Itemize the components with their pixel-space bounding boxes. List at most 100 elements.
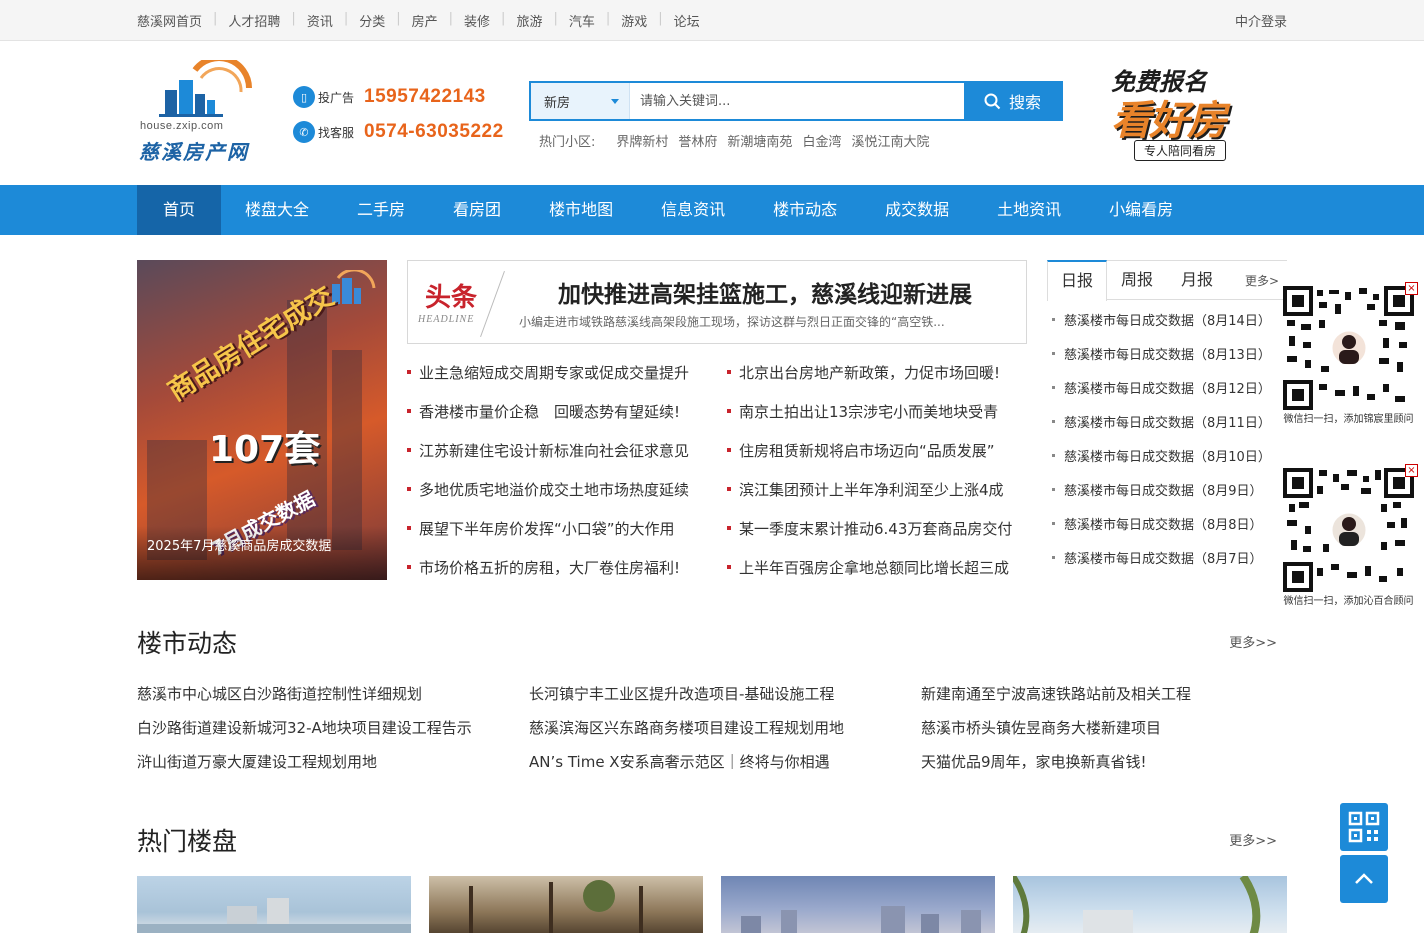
news-item[interactable]: 业主急缩短成交周期专家或促成交量提升	[407, 362, 689, 401]
property-photo	[1013, 876, 1261, 933]
back-to-top-button[interactable]	[1340, 855, 1388, 903]
qr-code-icon	[1283, 468, 1414, 592]
market-item[interactable]: 慈溪市桥头镇佐昱商务大楼新建项目	[921, 717, 1161, 738]
reports-more-link[interactable]: 更多>	[1245, 272, 1279, 289]
hot-keyword[interactable]: 誉林府	[678, 131, 717, 150]
headline-title[interactable]: 加快推进高架挂篮施工，慈溪线迎新进展	[558, 275, 972, 309]
top-link-decor[interactable]: 装修	[464, 11, 490, 30]
tab-weekly[interactable]: 周报	[1107, 261, 1167, 301]
news-item[interactable]: 住房租赁新规将启市场迈向“品质发展”	[727, 440, 1012, 479]
headline-tag: 头条	[425, 283, 478, 312]
news-item[interactable]: 上半年百强房企拿地总额同比增长超三成	[727, 557, 1012, 596]
news-item[interactable]: 市场价格五折的房租，大厂卷住房福利!	[407, 557, 689, 596]
nav-info[interactable]: 信息资讯	[637, 185, 749, 235]
news-item[interactable]: 多地优质宅地溢价成交土地市场热度延续	[407, 479, 689, 518]
nav-home[interactable]: 首页	[137, 185, 222, 235]
hot-keyword[interactable]: 溪悦江南大院	[851, 131, 929, 150]
news-item[interactable]: 北京出台房地产新政策，力促市场回暖!	[727, 362, 1012, 401]
report-item[interactable]: 慈溪楼市每日成交数据（8月10日）	[1047, 446, 1287, 480]
phone-icon: ✆	[293, 121, 315, 143]
headline-box[interactable]: 头条 HEADLINE 加快推进高架挂篮施工，慈溪线迎新进展 小编走进市域铁路慈…	[407, 260, 1027, 344]
top-links: 慈溪网首页 | 人才招聘 | 资讯 | 分类 | 房产 | 装修 | 旅游 | 汽车 | 游戏 |…	[137, 11, 700, 30]
market-section-title: 楼市动态	[137, 629, 238, 658]
ad-phone-row: ▯ 投广告 15957422143	[293, 86, 486, 108]
report-item[interactable]: 慈溪楼市每日成交数据（8月13日）	[1047, 344, 1287, 378]
search-category-select[interactable]: 新房	[531, 83, 630, 119]
nav-tour-group[interactable]: 看房团	[429, 185, 525, 235]
market-item[interactable]: 慈溪市中心城区白沙路街道控制性详细规划	[137, 683, 422, 704]
news-item[interactable]: 南京土拍出让13宗涉宅小而美地块受青	[727, 401, 1012, 440]
news-item[interactable]: 滨江集团预计上半年净利润至少上涨4成	[727, 479, 1012, 518]
service-label: 找客服	[318, 125, 355, 140]
report-item[interactable]: 慈溪楼市每日成交数据（8月11日）	[1047, 412, 1287, 446]
report-item[interactable]: 慈溪楼市每日成交数据（8月8日）	[1047, 514, 1287, 548]
hot-more-link[interactable]: 更多>>	[1229, 830, 1277, 849]
market-item[interactable]: 新建南通至宁波高速铁路站前及相关工程	[921, 683, 1191, 704]
top-link-classifieds[interactable]: 分类	[359, 11, 385, 30]
top-link-travel[interactable]: 旅游	[516, 11, 542, 30]
feature-banner[interactable]: 商品房住宅成交 107套 7月成交数据 2025年7月慈溪商品房成交数据	[137, 260, 387, 580]
news-item[interactable]: 香港楼市量价企稳 回暖态势有望延续!	[407, 401, 689, 440]
top-link-news[interactable]: 资讯	[307, 11, 333, 30]
property-card-image[interactable]	[1013, 876, 1287, 933]
news-item[interactable]: 江苏新建住宅设计新标准向社会征求意见	[407, 440, 689, 479]
market-item[interactable]: 慈溪滨海区兴东路商务楼项目建设工程规划用地	[529, 717, 844, 738]
nav-properties[interactable]: 楼盘大全	[221, 185, 333, 235]
top-link-forum[interactable]: 论坛	[674, 11, 700, 30]
promo-line3: 专人陪同看房	[1134, 140, 1227, 161]
qr-caption: 微信扫一扫，添加沁百合顾问	[1283, 596, 1414, 607]
close-icon[interactable]: ×	[1405, 282, 1418, 295]
chevron-up-icon	[1355, 873, 1373, 884]
hot-keyword[interactable]: 白金湾	[802, 131, 841, 150]
tab-monthly[interactable]: 月报	[1167, 261, 1227, 301]
report-item[interactable]: 慈溪楼市每日成交数据（8月7日）	[1047, 548, 1287, 582]
property-photo	[469, 880, 643, 933]
top-bar: 慈溪网首页 | 人才招聘 | 资讯 | 分类 | 房产 | 装修 | 旅游 | 汽车 | 游戏 |…	[0, 0, 1424, 41]
search-button[interactable]: 搜索	[964, 83, 1061, 119]
market-item[interactable]: 白沙路街道建设新城河32-A地块项目建设工程告示	[137, 717, 472, 738]
report-item[interactable]: 慈溪楼市每日成交数据（8月12日）	[1047, 378, 1287, 412]
hot-keyword[interactable]: 界牌新村	[616, 131, 668, 150]
market-item[interactable]: 浒山街道万豪大厦建设工程规划用地	[137, 751, 377, 772]
qr-caption: 微信扫一扫，添加锦宸里顾问	[1283, 414, 1414, 425]
mobile-icon: ▯	[293, 86, 315, 108]
top-link-games[interactable]: 游戏	[621, 11, 647, 30]
market-item[interactable]: 天猫优品9周年，家电换新真省钱!	[921, 751, 1147, 772]
logo-domain: house.zxip.com	[140, 120, 224, 132]
promo-badge[interactable]: 免费报名 看好房 专人陪同看房	[1107, 60, 1275, 164]
nav-market[interactable]: 楼市动态	[749, 185, 861, 235]
top-link-jobs[interactable]: 人才招聘	[228, 11, 280, 30]
market-item[interactable]: AN’s Time X安系高奢示范区｜终将与你相遇	[529, 751, 830, 772]
top-link-home[interactable]: 慈溪网首页	[137, 11, 202, 30]
news-item[interactable]: 某一季度末累计推动6.43万套商品房交付	[727, 518, 1012, 557]
qr-float-button[interactable]	[1340, 803, 1388, 851]
top-link-auto[interactable]: 汽车	[569, 11, 595, 30]
property-card-image[interactable]	[721, 876, 995, 933]
site-logo[interactable]: house.zxip.com 慈溪房产网	[137, 60, 257, 164]
logo-buildings-icon	[159, 60, 252, 117]
property-photo	[137, 898, 411, 933]
news-item[interactable]: 展望下半年房价发挥“小口袋”的大作用	[407, 518, 689, 557]
nav-land[interactable]: 土地资讯	[973, 185, 1085, 235]
report-item[interactable]: 慈溪楼市每日成交数据（8月9日）	[1047, 480, 1287, 514]
banner-caption: 2025年7月慈溪商品房成交数据	[147, 539, 332, 554]
caret-down-icon	[611, 99, 619, 104]
agent-login-link[interactable]: 中介登录	[1235, 11, 1287, 30]
property-card-image[interactable]	[429, 876, 703, 933]
search-input[interactable]	[630, 83, 964, 119]
top-link-house[interactable]: 房产	[412, 11, 438, 30]
nav-resale[interactable]: 二手房	[333, 185, 429, 235]
report-item[interactable]: 慈溪楼市每日成交数据（8月14日）	[1047, 310, 1287, 344]
nav-map[interactable]: 楼市地图	[525, 185, 637, 235]
market-more-link[interactable]: 更多>>	[1229, 632, 1277, 651]
hot-keyword[interactable]: 新潮塘南苑	[727, 131, 792, 150]
search-icon	[984, 93, 1001, 109]
nav-deals[interactable]: 成交数据	[861, 185, 973, 235]
close-icon[interactable]: ×	[1405, 464, 1418, 477]
news-list-right: 北京出台房地产新政策，力促市场回暖! 南京土拍出让13宗涉宅小而美地块受青 住房…	[727, 362, 1012, 596]
tab-daily[interactable]: 日报	[1047, 260, 1107, 301]
market-item[interactable]: 长河镇宁丰工业区提升改造项目-基础设施工程	[529, 683, 834, 704]
nav-editor[interactable]: 小编看房	[1085, 185, 1197, 235]
service-phone-number: 0574-63035222	[364, 121, 504, 142]
property-card-image[interactable]	[137, 876, 411, 933]
